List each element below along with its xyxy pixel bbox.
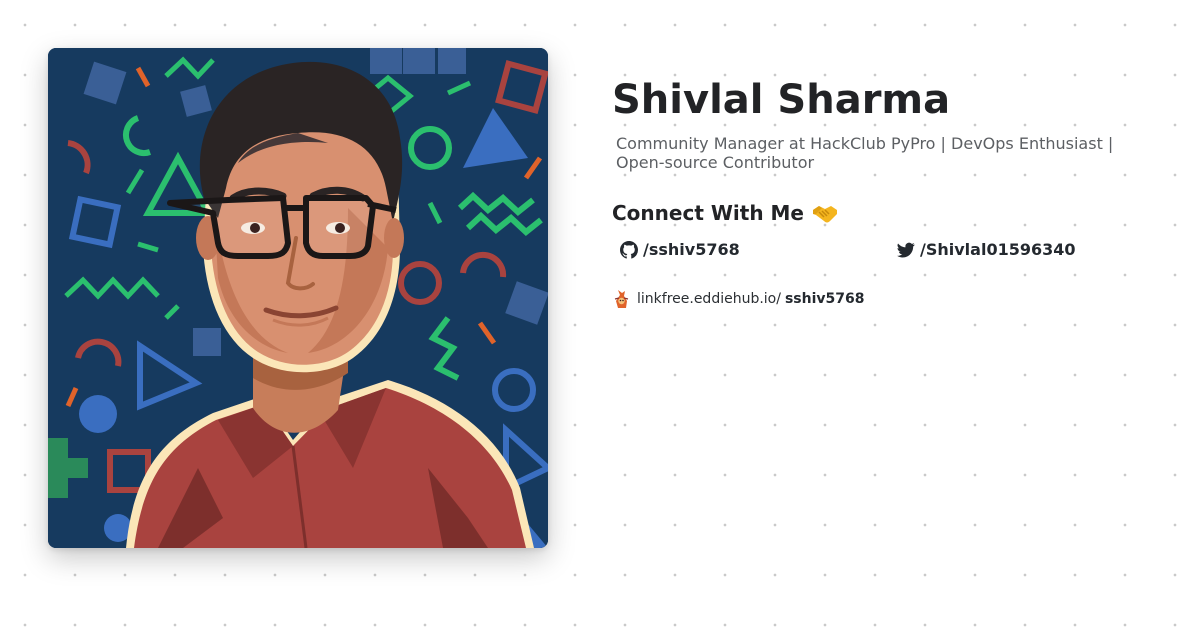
handshake-icon [812, 202, 838, 224]
twitter-link[interactable]: /Shivlal01596340 [897, 240, 1076, 259]
connect-heading: Connect With Me [612, 201, 804, 225]
profile-info: Shivlal Sharma Community Manager at Hack… [612, 74, 1152, 309]
github-icon [620, 240, 638, 259]
twitter-handle: /Shivlal01596340 [920, 240, 1076, 259]
avatar-illustration [48, 48, 548, 548]
github-link[interactable]: /sshiv5768 [620, 240, 740, 259]
linkfree-link[interactable]: linkfree.eddiehub.io/ sshiv5768 [612, 289, 1152, 309]
profile-bio: Community Manager at HackClub PyPro | De… [616, 134, 1114, 172]
twitter-icon [897, 241, 915, 259]
linkfree-logo-icon [612, 289, 632, 309]
social-links: /sshiv5768 /Shivlal01596340 [612, 240, 1152, 266]
linkfree-domain: linkfree.eddiehub.io/ [637, 291, 781, 307]
profile-name: Shivlal Sharma [612, 77, 951, 123]
linkfree-handle: sshiv5768 [784, 291, 865, 307]
avatar [48, 48, 548, 548]
github-handle: /sshiv5768 [643, 240, 740, 259]
connect-heading-row: Connect With Me [612, 200, 1152, 226]
